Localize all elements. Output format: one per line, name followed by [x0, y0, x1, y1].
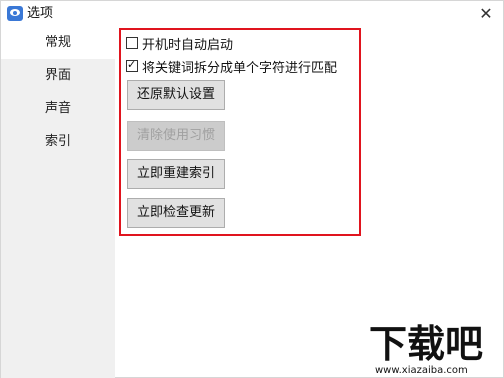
title-bar[interactable]: 选项 ✕ — [1, 1, 503, 27]
split-keyword-option[interactable]: 将关键词拆分成单个字符进行匹配 — [126, 57, 338, 76]
rebuild-index-button[interactable]: 立即重建索引 — [127, 159, 225, 189]
split-keyword-checkbox[interactable] — [126, 58, 138, 72]
clear-habits-button[interactable]: 清除使用习惯 — [127, 121, 225, 151]
sidebar-item-general[interactable]: 常规 — [1, 27, 115, 59]
watermark-url: www.xiazaiba.com — [375, 365, 468, 376]
autostart-label: 开机时自动启动 — [142, 37, 234, 53]
watermark: 下载吧 www.xiazaiba.com — [369, 323, 503, 377]
restore-defaults-button[interactable]: 还原默认设置 — [127, 80, 225, 110]
close-icon[interactable]: ✕ — [475, 3, 497, 25]
options-window: 选项 ✕ 常规 界面 声音 索引 开机时自动启动 将关键词拆分成单个字符进行匹配… — [0, 0, 504, 378]
app-eye-icon — [7, 6, 23, 21]
window-title: 选项 — [27, 6, 54, 21]
sidebar-item-interface[interactable]: 界面 — [1, 60, 115, 92]
general-settings-panel: 开机时自动启动 将关键词拆分成单个字符进行匹配 还原默认设置 清除使用习惯 立即… — [119, 28, 361, 236]
autostart-checkbox[interactable] — [126, 37, 138, 49]
split-keyword-label: 将关键词拆分成单个字符进行匹配 — [142, 60, 338, 76]
check-update-button[interactable]: 立即检查更新 — [127, 198, 225, 228]
sidebar: 常规 界面 声音 索引 — [1, 27, 115, 378]
sidebar-item-sound[interactable]: 声音 — [1, 93, 115, 125]
autostart-option[interactable]: 开机时自动启动 — [126, 34, 234, 53]
watermark-logo-text: 下载吧 — [369, 322, 484, 366]
sidebar-item-index[interactable]: 索引 — [1, 126, 115, 158]
